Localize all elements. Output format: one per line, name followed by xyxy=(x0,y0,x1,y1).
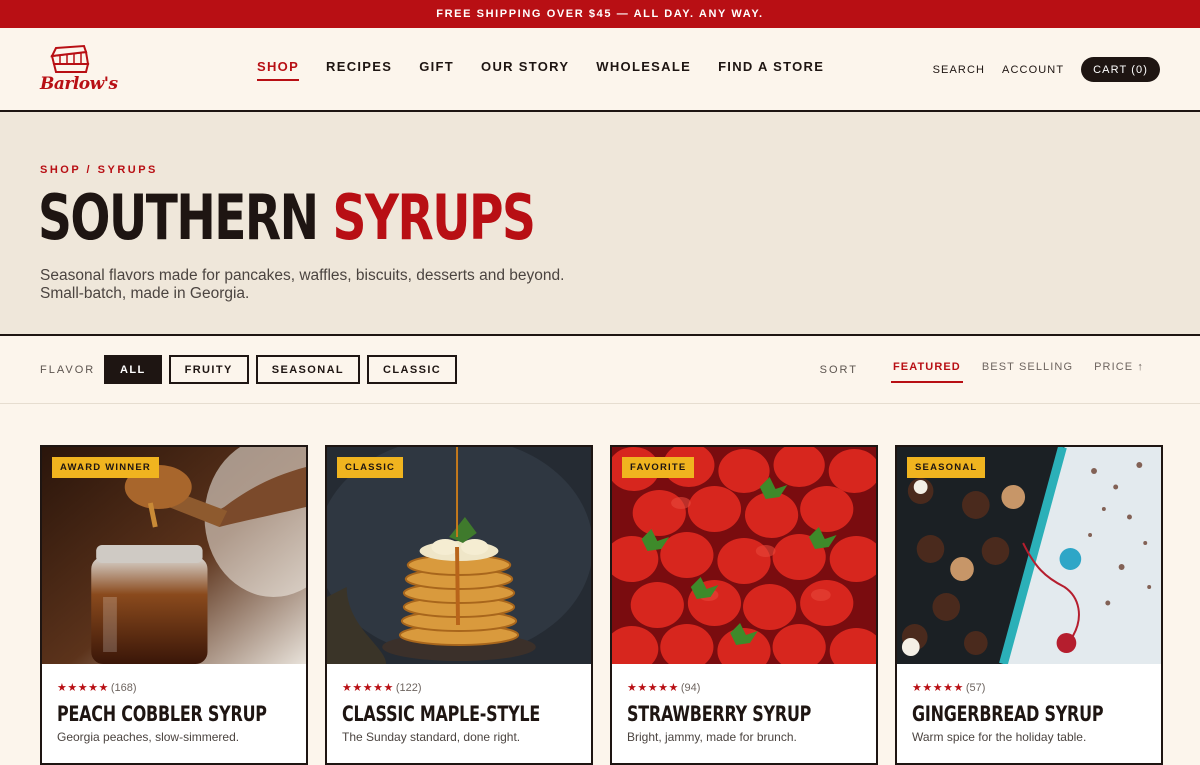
rating: ★★★★★ (94) xyxy=(627,678,861,696)
product-grid: AWARD WINNER ★★★★★ (168) PEACH COBBLER SY… xyxy=(40,445,1163,765)
product-card-gingerbread[interactable]: SEASONAL ★★★★★ (57) GINGERBREAD SYRUP War… xyxy=(895,445,1163,765)
filter-bar: FLAVOR ALL FRUITY SEASONAL CLASSIC SORT … xyxy=(0,336,1200,404)
nav-gift[interactable]: GIFT xyxy=(419,59,454,81)
rating: ★★★★★ (57) xyxy=(912,678,1146,696)
product-card-strawberry[interactable]: FAVORITE ★★★★★ (94) STRAWBERRY SYRUP Brig… xyxy=(610,445,878,765)
product-name: GINGERBREAD SYRUP xyxy=(912,702,1104,726)
product-badge: FAVORITE xyxy=(622,457,695,478)
product-badge: SEASONAL xyxy=(907,457,986,478)
pancake-stack-image xyxy=(327,447,591,664)
pancake-stack-icon xyxy=(50,44,90,73)
sort-controls: SORT FEATURED BEST SELLING PRICE ↑ xyxy=(820,361,1146,383)
title-second-word: SYRUPS xyxy=(332,181,535,254)
sort-label: SORT xyxy=(819,364,858,376)
breadcrumb-shop[interactable]: SHOP xyxy=(40,164,81,176)
cart-button[interactable]: CART (0) xyxy=(1081,57,1160,82)
search-link[interactable]: SEARCH xyxy=(933,64,985,76)
product-card-peach-cobbler[interactable]: AWARD WINNER ★★★★★ (168) PEACH COBBLER SY… xyxy=(40,445,308,765)
product-image-pancakes: CLASSIC xyxy=(327,447,591,664)
header-actions: SEARCH ACCOUNT CART (0) xyxy=(933,57,1160,82)
product-name: PEACH COBBLER SYRUP xyxy=(57,702,267,726)
filter-fruity[interactable]: FRUITY xyxy=(168,355,249,384)
star-rating: ★★★★★ xyxy=(912,682,964,694)
sort-price[interactable]: PRICE ↑ xyxy=(1092,361,1146,381)
nav-our-story[interactable]: OUR STORY xyxy=(481,59,569,81)
account-link[interactable]: ACCOUNT xyxy=(1002,64,1064,76)
promo-banner: FREE SHIPPING OVER $45 — ALL DAY. ANY WA… xyxy=(0,0,1200,28)
nav-recipes[interactable]: RECIPES xyxy=(326,59,392,81)
honey-jar-image xyxy=(42,447,306,664)
review-count: (94) xyxy=(680,682,701,694)
brand-wordmark: Barlow's xyxy=(40,74,118,94)
filter-all[interactable]: ALL xyxy=(104,355,162,384)
rating: ★★★★★ (168) xyxy=(57,678,291,696)
flavor-label: FLAVOR xyxy=(40,364,96,376)
product-image-honey-jar: AWARD WINNER xyxy=(42,447,306,664)
strawberries-image xyxy=(612,447,876,664)
breadcrumb-current: SYRUPS xyxy=(97,164,158,176)
product-description: Georgia peaches, slow-simmered. xyxy=(57,730,240,744)
breadcrumb-separator: / xyxy=(80,164,98,176)
chocolate-box-image xyxy=(897,447,1161,664)
product-badge: CLASSIC xyxy=(337,457,404,478)
product-description: Warm spice for the holiday table. xyxy=(912,730,1087,744)
sort-featured[interactable]: FEATURED xyxy=(890,361,963,383)
product-name: CLASSIC MAPLE-STYLE xyxy=(342,702,541,726)
nav-find-a-store[interactable]: FIND A STORE xyxy=(718,59,824,81)
breadcrumb: SHOP / SYRUPS xyxy=(40,164,158,176)
star-rating: ★★★★★ xyxy=(342,682,394,694)
review-count: (122) xyxy=(395,682,422,694)
sort-best-selling[interactable]: BEST SELLING xyxy=(980,361,1075,381)
rating: ★★★★★ (122) xyxy=(342,678,576,696)
product-name: STRAWBERRY SYRUP xyxy=(627,702,812,726)
page-subtitle: Seasonal flavors made for pancakes, waff… xyxy=(40,267,565,302)
hero-section: SHOP / SYRUPS SOUTHERN SYRUPS Seasonal f… xyxy=(0,112,1200,336)
site-header: Barlow's SHOP RECIPES GIFT OUR STORY WHO… xyxy=(0,28,1200,112)
review-count: (57) xyxy=(965,682,986,694)
product-badge: AWARD WINNER xyxy=(52,457,159,478)
star-rating: ★★★★★ xyxy=(627,682,679,694)
product-image-strawberries: FAVORITE xyxy=(612,447,876,664)
flavor-filters: ALL FRUITY SEASONAL CLASSIC xyxy=(104,355,458,384)
product-image-chocolates: SEASONAL xyxy=(897,447,1161,664)
title-first-word: SOUTHERN xyxy=(38,181,319,254)
product-card-classic-maple[interactable]: CLASSIC ★★★★★ (122) CLASSIC MAPLE-STYLE T… xyxy=(325,445,593,765)
page-title: SOUTHERN SYRUPS xyxy=(38,181,536,254)
star-rating: ★★★★★ xyxy=(57,682,109,694)
main-nav: SHOP RECIPES GIFT OUR STORY WHOLESALE FI… xyxy=(257,59,824,81)
brand-logo[interactable]: Barlow's xyxy=(40,42,118,100)
nav-shop[interactable]: SHOP xyxy=(257,59,300,81)
filter-classic[interactable]: CLASSIC xyxy=(367,355,458,384)
review-count: (168) xyxy=(110,682,137,694)
filter-seasonal[interactable]: SEASONAL xyxy=(255,355,361,384)
product-description: Bright, jammy, made for brunch. xyxy=(627,730,797,744)
nav-wholesale[interactable]: WHOLESALE xyxy=(596,59,691,81)
product-description: The Sunday standard, done right. xyxy=(342,730,521,744)
